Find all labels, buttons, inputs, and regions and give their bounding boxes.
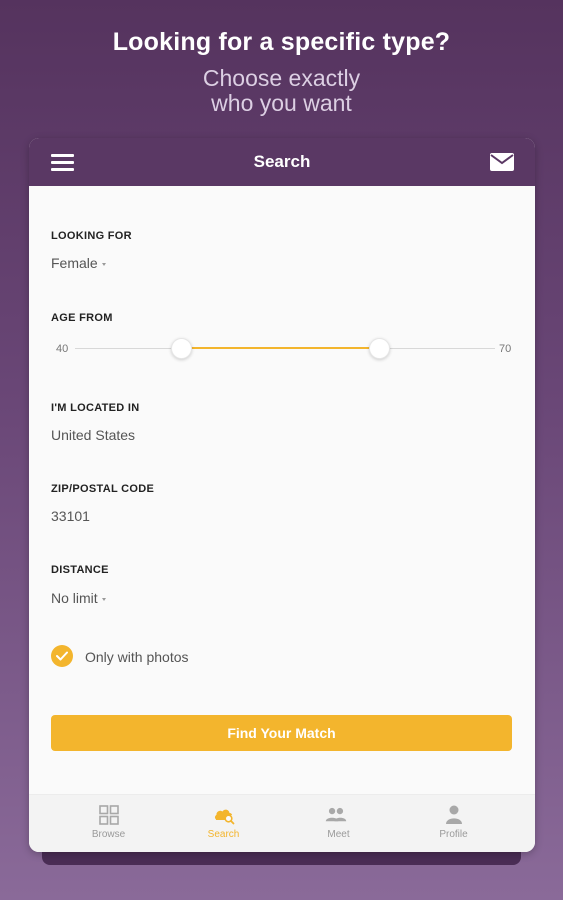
- checkmark-icon: [56, 651, 68, 661]
- only-photos-label[interactable]: Only with photos: [85, 649, 189, 665]
- nav-search-label: Search: [207, 829, 240, 840]
- zip-label: ZIP/POSTAL CODE: [51, 483, 155, 495]
- promo-headline: Looking for a specific type?: [112, 28, 451, 56]
- age-slider-range: [182, 347, 380, 349]
- app-bar: Search: [29, 138, 535, 186]
- mail-icon[interactable]: [490, 153, 514, 171]
- find-match-button[interactable]: Find Your Match: [51, 715, 512, 751]
- distance-select[interactable]: No limit: [51, 590, 106, 606]
- app-bar-title: Search: [253, 152, 311, 171]
- age-min-value: 40: [56, 343, 69, 355]
- nav-search[interactable]: Search: [166, 795, 281, 852]
- looking-for-value: Female: [51, 255, 98, 271]
- nav-meet-label: Meet: [327, 829, 350, 840]
- distance-value: No limit: [51, 590, 98, 606]
- nav-browse[interactable]: Browse: [51, 795, 166, 852]
- grid-icon: [99, 805, 119, 825]
- people-icon: [325, 807, 347, 822]
- promo-subline-2: who you want: [211, 90, 352, 116]
- age-max-value: 70: [499, 343, 512, 355]
- promo-subline-1: Choose exactly: [202, 65, 361, 91]
- nav-profile-label: Profile: [439, 829, 468, 840]
- age-slider-max-handle[interactable]: [369, 338, 390, 359]
- location-label: I'M LOCATED IN: [51, 402, 140, 414]
- age-label: AGE FROM: [51, 312, 113, 324]
- looking-for-select[interactable]: Female: [51, 255, 106, 271]
- person-icon: [446, 805, 462, 824]
- only-photos-checkbox[interactable]: [51, 645, 73, 667]
- zip-field[interactable]: 33101: [51, 508, 90, 524]
- bottom-navigation: Browse Search Meet Profile: [29, 794, 535, 852]
- location-value[interactable]: United States: [51, 427, 135, 443]
- nav-browse-label: Browse: [91, 829, 126, 840]
- nav-meet[interactable]: Meet: [281, 795, 396, 852]
- chevron-down-icon: [101, 597, 106, 601]
- looking-for-label: LOOKING FOR: [51, 230, 132, 242]
- distance-label: DISTANCE: [51, 564, 109, 576]
- app-screen: Search LOOKING FOR Female AGE FROM 40 70…: [29, 138, 535, 852]
- nav-profile[interactable]: Profile: [396, 795, 511, 852]
- age-slider-min-handle[interactable]: [171, 338, 192, 359]
- search-cloud-icon: [214, 809, 235, 825]
- chevron-down-icon: [101, 262, 106, 266]
